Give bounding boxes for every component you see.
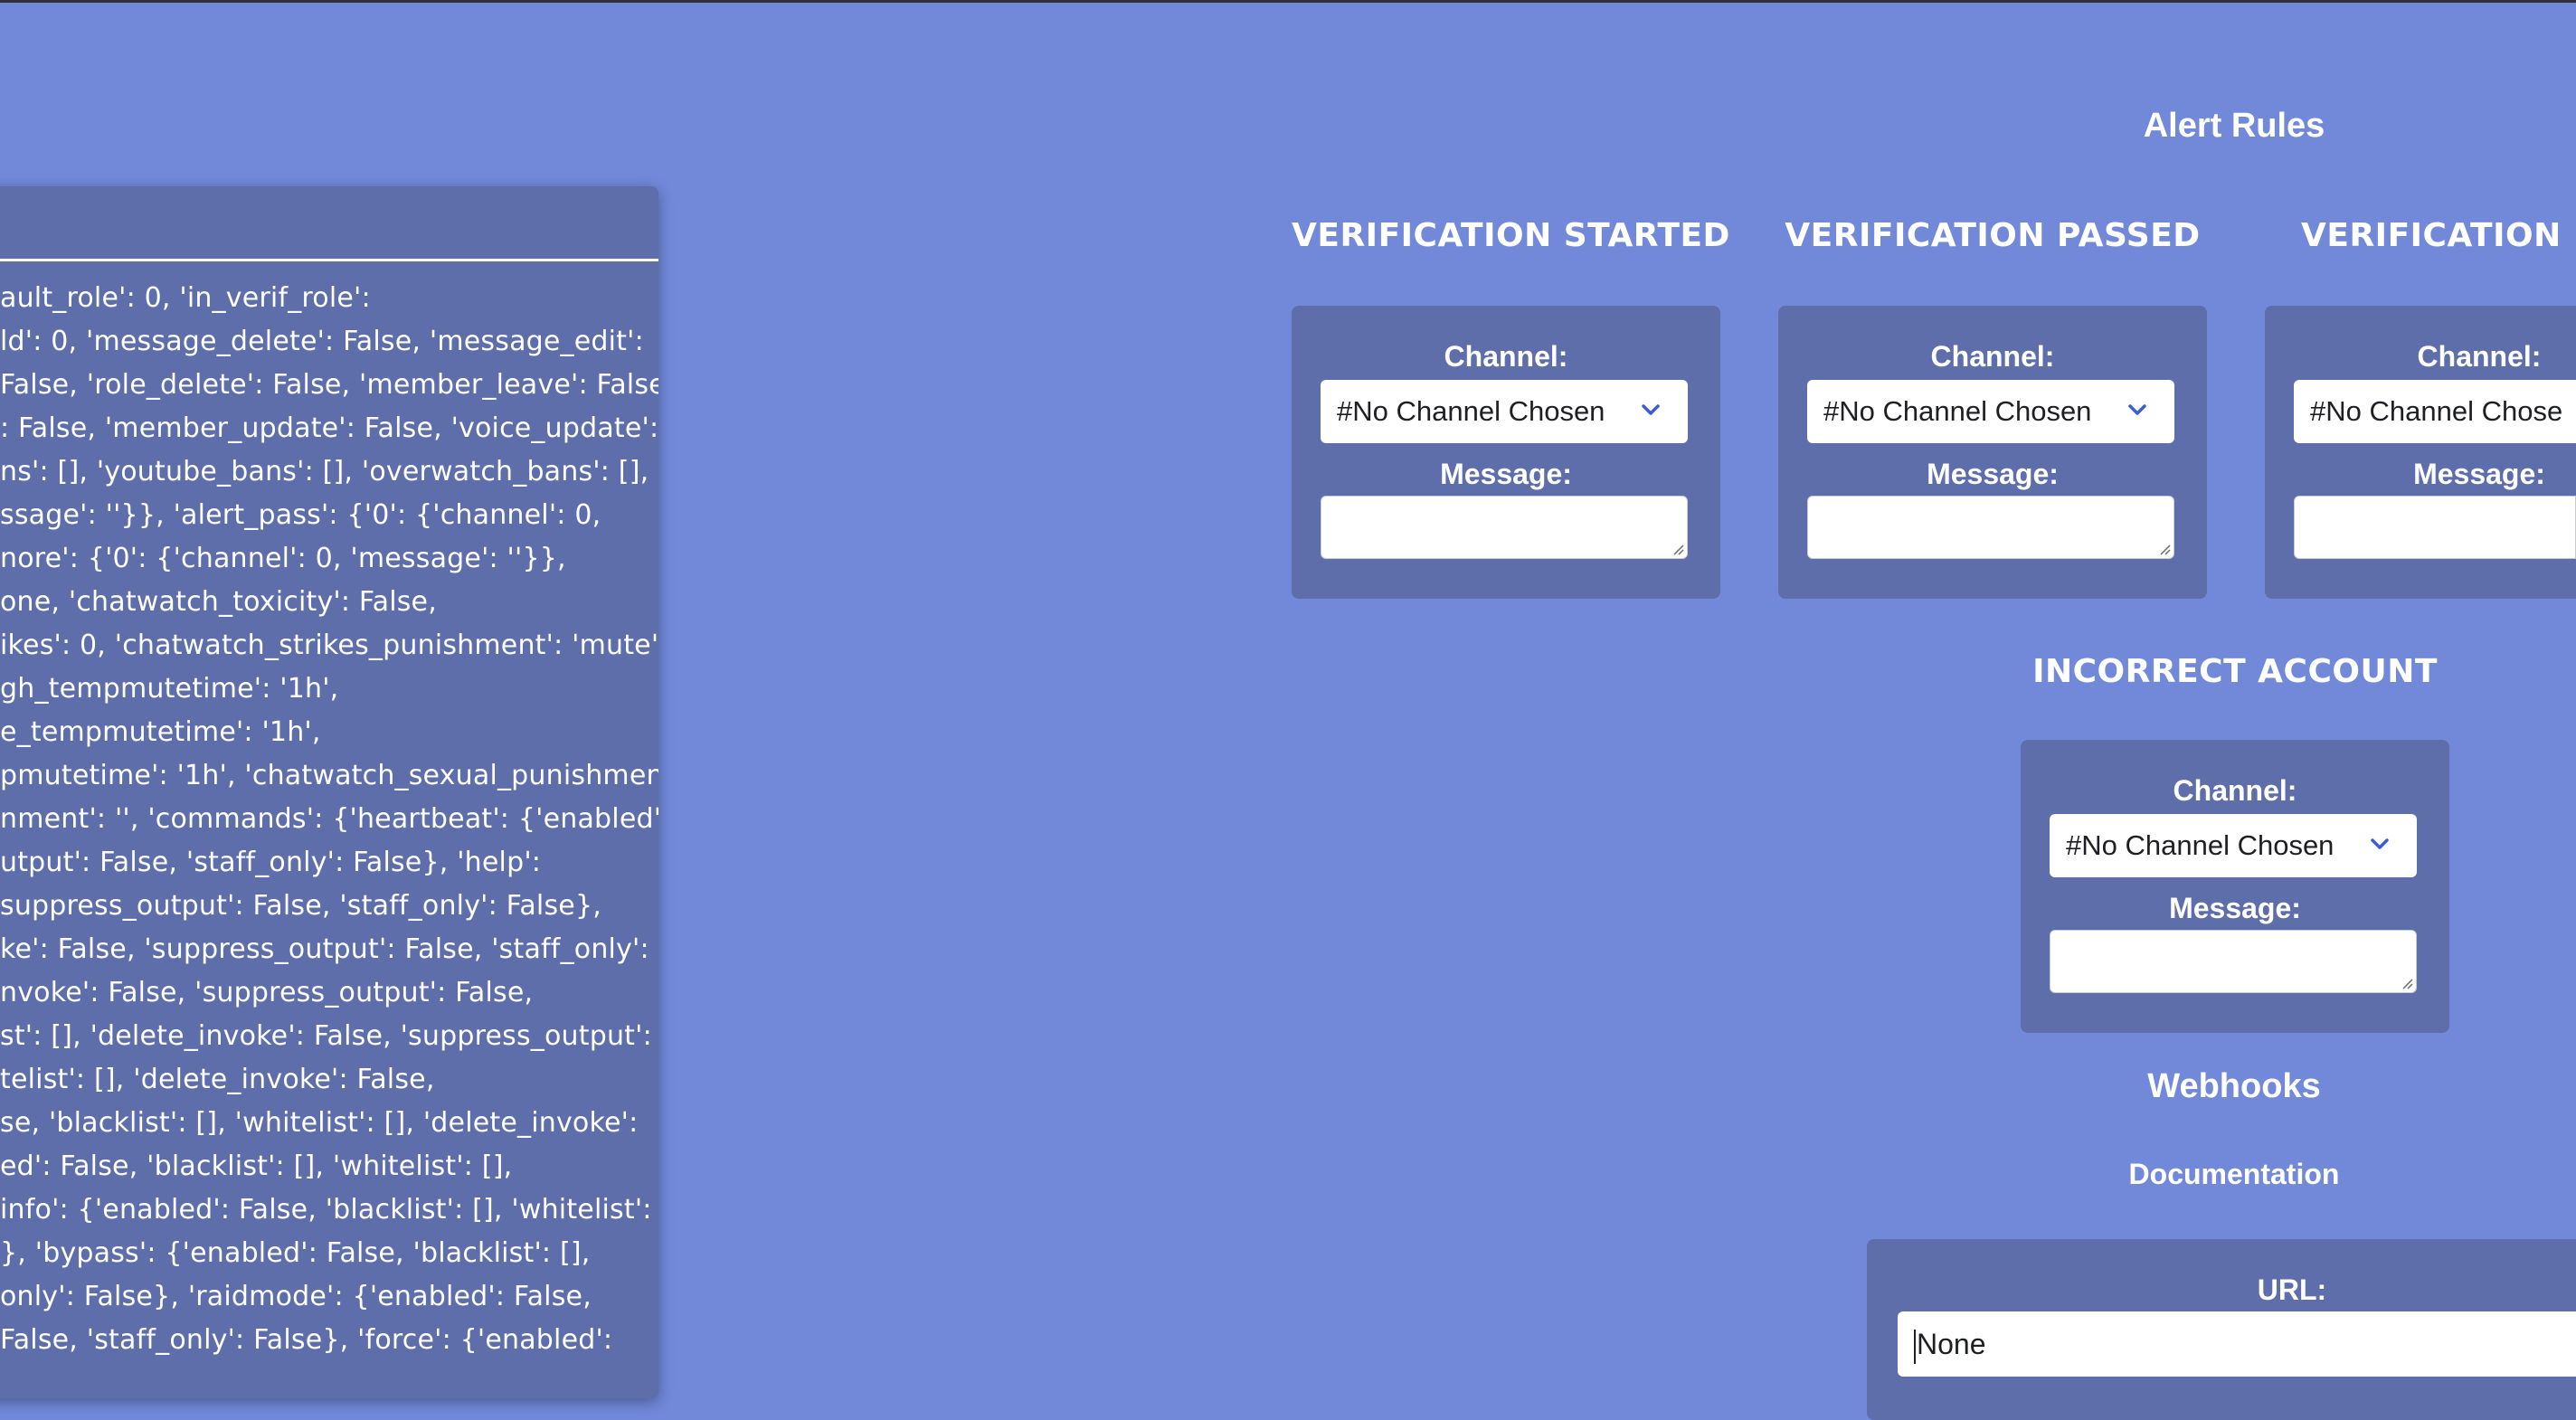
card-title-verification-started: VERIFICATION STARTED (1292, 217, 1730, 254)
channel-select-value: #No Channel Chosen (2066, 829, 2334, 861)
resize-grip-icon[interactable] (2157, 542, 2172, 556)
text-cursor (1914, 1329, 1916, 1364)
code-line: one, 'chatwatch_toxicity': False, (0, 586, 437, 618)
channel-select-value: #No Channel Chosen (1823, 395, 2092, 427)
code-line: ed': False, 'blacklist': [], 'whitelist'… (0, 1150, 513, 1182)
code-line: gh_tempmutetime': '1h', (0, 673, 339, 705)
channel-label: Channel: (2173, 774, 2297, 807)
code-line: suppress_output': False, 'staff_only': F… (0, 890, 601, 922)
config-code-text: ault_role': 0, 'in_verif_role': ld': 0, '… (0, 277, 658, 1362)
webhooks-title: Webhooks (2147, 1067, 2321, 1105)
url-label: URL: (2257, 1273, 2327, 1306)
chevron-down-icon (2128, 404, 2146, 415)
code-line: e_tempmutetime': '1h', (0, 716, 321, 748)
message-label: Message: (1927, 458, 2059, 490)
alert-card-verification-started: Channel: #No Channel Chosen Message: (1292, 306, 1720, 599)
code-line: }, 'bypass': {'enabled': False, 'blackli… (0, 1237, 591, 1269)
channel-label: Channel: (1444, 340, 1568, 373)
code-line: telist': [], 'delete_invoke': False, (0, 1064, 435, 1095)
resize-grip-icon[interactable] (1671, 542, 1685, 556)
config-code-panel[interactable]: ault_role': 0, 'in_verif_role': ld': 0, '… (0, 186, 658, 1398)
alert-card-incorrect-account: Channel: #No Channel Chosen Message: (2021, 740, 2449, 1033)
channel-select[interactable]: #No Channel Chosen (2050, 814, 2417, 877)
code-line: False, 'staff_only': False}, 'force': {'… (0, 1324, 613, 1356)
code-panel-header (0, 186, 658, 261)
code-line: utput': False, 'staff_only': False}, 'he… (0, 847, 542, 878)
code-line: st': [], 'delete_invoke': False, 'suppre… (0, 1020, 652, 1052)
card-title-verification-failed: VERIFICATION FA (2301, 217, 2576, 254)
code-line: ke': False, 'suppress_output': False, 's… (0, 933, 649, 965)
code-line: ikes': 0, 'chatwatch_strikes_punishment'… (0, 630, 658, 661)
webhook-url-value: None (1917, 1328, 1986, 1360)
card-title-incorrect-account: INCORRECT ACCOUNT (2032, 653, 2438, 690)
code-line: ssage': ''}}, 'alert_pass': {'0': {'chan… (0, 499, 601, 531)
code-line: : False, 'member_update': False, 'voice_… (0, 412, 658, 444)
code-line: pmutetime': '1h', 'chatwatch_sexual_puni… (0, 760, 658, 791)
code-line: ault_role': 0, 'in_verif_role': (0, 282, 371, 314)
message-label: Message: (2413, 458, 2545, 490)
code-line: nore': {'0': {'channel': 0, 'message': '… (0, 543, 566, 574)
channel-select[interactable]: #No Channel Chosen (1807, 380, 2174, 443)
alert-rules-title: Alert Rules (2143, 107, 2325, 145)
code-line: se, 'blacklist': [], 'whitelist': [], 'd… (0, 1107, 639, 1139)
message-textarea[interactable] (1807, 496, 2174, 559)
webhook-url-input[interactable]: None (1898, 1311, 2576, 1377)
message-textarea[interactable] (1321, 496, 1688, 559)
channel-select[interactable]: #No Channel Chose (2294, 380, 2576, 443)
channel-select-value: #No Channel Chosen (1337, 395, 1605, 427)
documentation-link[interactable]: Documentation (2053, 1158, 2415, 1191)
code-line: only': False}, 'raidmode': {'enabled': F… (0, 1281, 592, 1312)
message-label: Message: (2169, 892, 2301, 924)
channel-label: Channel: (2417, 340, 2542, 373)
card-title-verification-passed: VERIFICATION PASSED (1785, 217, 2201, 254)
channel-select-value: #No Channel Chose (2310, 395, 2563, 427)
resize-grip-icon[interactable] (2400, 976, 2414, 990)
code-line: info': {'enabled': False, 'blacklist': [… (0, 1194, 652, 1226)
alert-card-verification-passed: Channel: #No Channel Chosen Message: (1778, 306, 2207, 599)
code-line: ld': 0, 'message_delete': False, 'messag… (0, 326, 644, 357)
code-line: ns': [], 'youtube_bans': [], 'overwatch_… (0, 456, 649, 488)
window-top-border (0, 0, 2576, 3)
message-textarea[interactable] (2294, 496, 2576, 559)
message-textarea[interactable] (2050, 930, 2417, 993)
code-line: nment': '', 'commands': {'heartbeat': {'… (0, 803, 658, 835)
alert-card-verification-failed: Channel: #No Channel Chose Message: (2265, 306, 2576, 599)
chevron-down-icon (2371, 838, 2389, 849)
channel-label: Channel: (1930, 340, 2055, 373)
message-label: Message: (1440, 458, 1572, 490)
webhook-card: URL: None (1867, 1239, 2576, 1420)
chevron-down-icon (1642, 404, 1660, 415)
code-line: nvoke': False, 'suppress_output': False, (0, 977, 534, 1008)
channel-select[interactable]: #No Channel Chosen (1321, 380, 1688, 443)
code-line: False, 'role_delete': False, 'member_lea… (0, 369, 658, 401)
